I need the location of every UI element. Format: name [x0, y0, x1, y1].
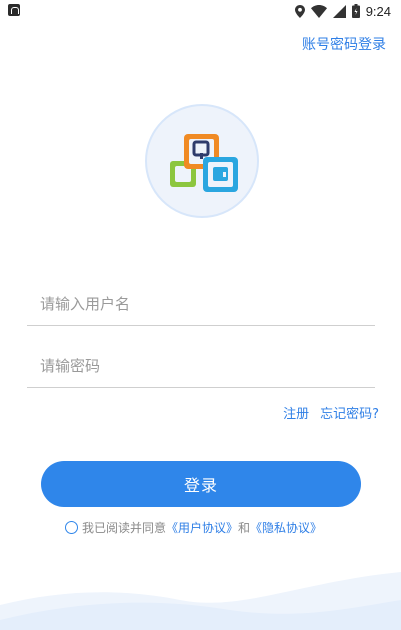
wifi-icon — [310, 4, 327, 18]
logo-icon — [170, 134, 238, 192]
agreement-prefix: 我已阅读并同意 — [82, 521, 167, 535]
signal-icon — [332, 4, 346, 18]
user-agreement-link[interactable]: 《用户协议》 — [166, 519, 238, 536]
background-waves — [0, 572, 401, 630]
privacy-agreement-link[interactable]: 《隐私协议》 — [250, 519, 322, 536]
password-field — [27, 344, 375, 388]
login-button[interactable]: 登录 — [41, 461, 361, 507]
password-input[interactable] — [27, 344, 375, 387]
forgot-password-link[interactable]: 忘记密码? — [320, 403, 379, 422]
auth-links: 注册 忘记密码? — [283, 403, 379, 422]
account-password-login-link[interactable]: 账号密码登录 — [302, 34, 386, 54]
status-icons: 9:24 — [294, 2, 391, 20]
agreement-row: 我已阅读并同意 《用户协议》 和 《隐私协议》 — [65, 519, 322, 536]
status-bar: 9:24 — [0, 0, 401, 22]
location-icon — [294, 4, 305, 18]
username-field — [27, 282, 375, 326]
notification-icon — [8, 4, 20, 16]
register-link[interactable]: 注册 — [283, 403, 309, 422]
status-time: 9:24 — [365, 3, 391, 19]
battery-icon — [351, 4, 360, 18]
agreement-checkbox[interactable] — [65, 521, 78, 534]
agreement-conjunction: 和 — [238, 521, 251, 535]
app-logo — [145, 104, 259, 218]
username-input[interactable] — [27, 282, 375, 325]
